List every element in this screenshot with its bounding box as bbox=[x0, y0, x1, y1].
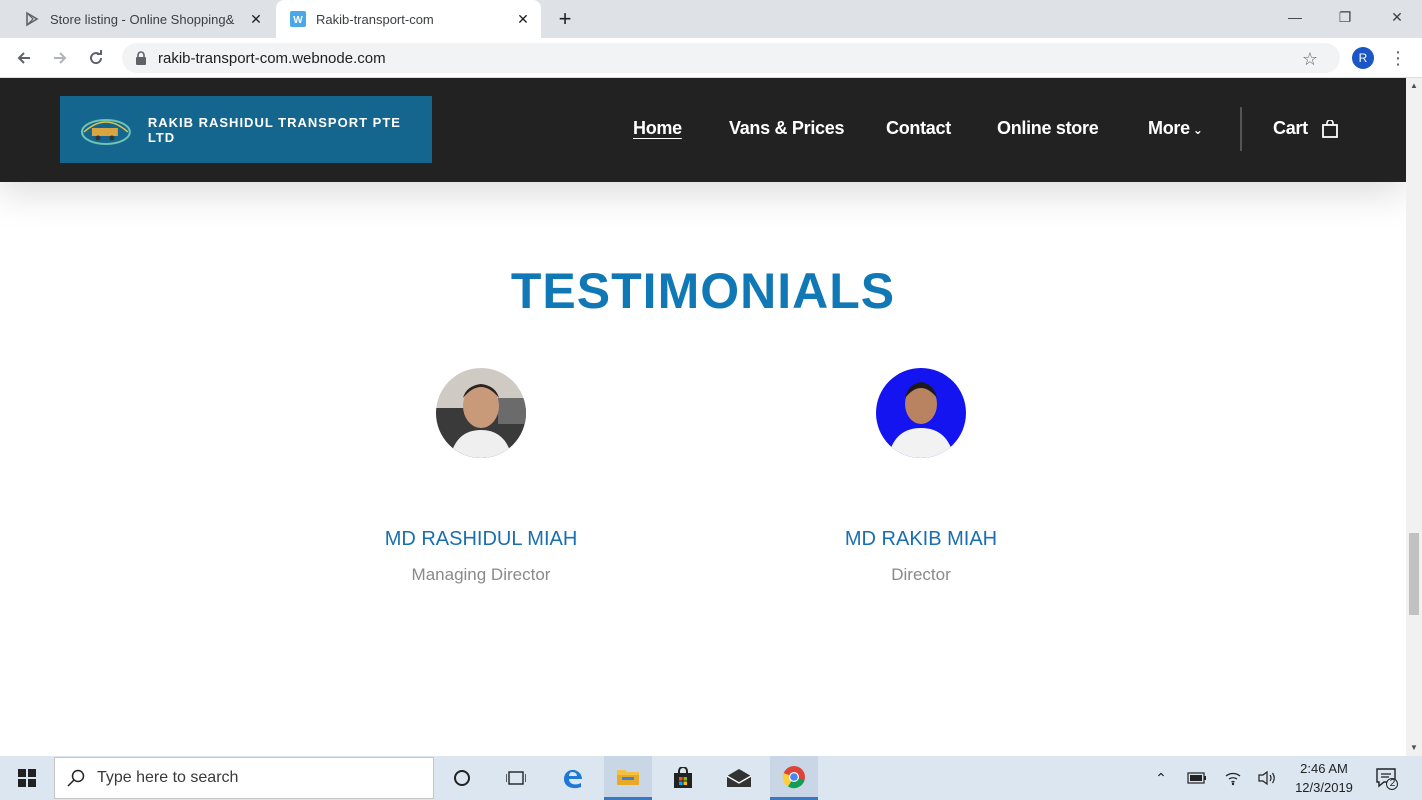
scroll-down-arrow-icon[interactable]: ▼ bbox=[1410, 744, 1418, 752]
action-center-button[interactable]: 2 bbox=[1374, 766, 1398, 790]
taskbar-search-box[interactable]: Type here to search bbox=[54, 757, 434, 799]
logo-text: RAKIB RASHIDUL TRANSPORT PTE LTD bbox=[147, 114, 401, 145]
search-placeholder: Type here to search bbox=[97, 769, 239, 786]
page-viewport: RAKIB RASHIDUL TRANSPORT PTE LTD Home Va… bbox=[0, 78, 1406, 756]
arrow-left-icon bbox=[17, 52, 30, 64]
shopping-bag-icon bbox=[674, 767, 692, 788]
clock-time: 2:46 AM bbox=[1300, 761, 1348, 776]
windows-logo-icon bbox=[18, 769, 36, 787]
clock-date: 12/3/2019 bbox=[1295, 780, 1353, 795]
nav-home[interactable]: Home bbox=[633, 118, 682, 139]
arrow-right-icon bbox=[54, 52, 67, 64]
windows-taskbar: Type here to search ⌃ 2:46 AM 12/3/2019 bbox=[0, 756, 1422, 800]
store-button[interactable] bbox=[659, 756, 707, 800]
chevron-down-icon: ⌄ bbox=[1192, 123, 1203, 137]
lock-icon bbox=[134, 51, 148, 65]
cortana-circle-icon bbox=[454, 770, 470, 786]
person-name: MD RAKIB MIAH bbox=[844, 528, 998, 550]
chrome-button[interactable] bbox=[770, 756, 818, 800]
nav-divider bbox=[1240, 107, 1242, 151]
start-button[interactable] bbox=[0, 756, 54, 800]
close-tab-icon[interactable]: ✕ bbox=[248, 11, 264, 27]
notification-count: 2 bbox=[1389, 778, 1396, 789]
folder-icon bbox=[617, 769, 639, 785]
mail-button[interactable] bbox=[715, 756, 763, 800]
url-text: rakib-transport-com.webnode.com bbox=[158, 49, 386, 67]
browser-menu-icon[interactable]: ⋮ bbox=[1389, 46, 1407, 70]
site-header: RAKIB RASHIDUL TRANSPORT PTE LTD Home Va… bbox=[0, 78, 1406, 182]
back-button[interactable] bbox=[12, 46, 36, 70]
avatar bbox=[436, 368, 526, 458]
shopping-bag-icon[interactable] bbox=[1322, 120, 1338, 138]
bookmark-star-icon[interactable]: ☆ bbox=[1302, 49, 1318, 70]
tab-title: Store listing - Online Shopping& bbox=[50, 11, 235, 27]
new-tab-button[interactable]: + bbox=[553, 6, 577, 31]
search-icon bbox=[67, 769, 85, 787]
show-hidden-icons-chevron-icon[interactable]: ⌃ bbox=[1150, 768, 1172, 788]
minimize-button[interactable]: — bbox=[1272, 4, 1318, 30]
mail-icon bbox=[726, 769, 752, 787]
nav-contact[interactable]: Contact bbox=[886, 118, 951, 139]
profile-avatar[interactable]: R bbox=[1352, 47, 1374, 69]
tab-title: Rakib-transport-com bbox=[316, 11, 434, 27]
file-explorer-button[interactable] bbox=[604, 756, 652, 800]
reload-icon bbox=[90, 50, 103, 65]
scrollbar-thumb[interactable] bbox=[1409, 533, 1419, 615]
nav-cart[interactable]: Cart bbox=[1273, 118, 1308, 139]
scroll-up-arrow-icon[interactable]: ▲ bbox=[1410, 82, 1418, 90]
chrome-icon bbox=[782, 765, 805, 788]
wifi-icon[interactable] bbox=[1222, 768, 1244, 788]
site-logo[interactable]: RAKIB RASHIDUL TRANSPORT PTE LTD bbox=[60, 96, 432, 163]
nav-vans-prices[interactable]: Vans & Prices bbox=[729, 118, 844, 139]
edge-icon bbox=[564, 769, 582, 789]
reload-button[interactable] bbox=[84, 46, 108, 70]
browser-tab-bar: Store listing - Online Shopping& ✕ W Rak… bbox=[0, 0, 1422, 38]
tab-rakib-transport[interactable]: W Rakib-transport-com ✕ bbox=[276, 0, 541, 38]
browser-toolbar: rakib-transport-com.webnode.com ☆ bbox=[0, 38, 1422, 78]
nav-online-store[interactable]: Online store bbox=[997, 118, 1099, 139]
nav-more[interactable]: More ⌄ bbox=[1148, 118, 1203, 139]
edge-button[interactable] bbox=[549, 756, 597, 800]
task-view-button[interactable] bbox=[492, 756, 540, 800]
avatar bbox=[876, 368, 966, 458]
logo-mark-icon bbox=[80, 118, 131, 145]
testimonial-card: MD RAKIB MIAH Director bbox=[801, 368, 1041, 585]
play-store-icon bbox=[26, 11, 39, 27]
taskbar-clock[interactable]: 2:46 AM 12/3/2019 bbox=[1284, 759, 1364, 797]
section-heading: TESTIMONIALS bbox=[510, 263, 896, 319]
tab-store-listing[interactable]: Store listing - Online Shopping& ✕ bbox=[10, 0, 274, 38]
person-name: MD RASHIDUL MIAH bbox=[384, 528, 578, 550]
battery-icon[interactable] bbox=[1186, 768, 1208, 788]
close-tab-icon[interactable]: ✕ bbox=[515, 11, 531, 27]
person-role: Managing Director bbox=[411, 565, 551, 584]
webnode-icon: W bbox=[290, 11, 306, 27]
nav-more-label: More bbox=[1148, 118, 1190, 138]
page-scrollbar[interactable]: ▲ ▼ bbox=[1406, 78, 1422, 756]
close-window-button[interactable]: ✕ bbox=[1374, 4, 1420, 30]
forward-button[interactable] bbox=[48, 46, 72, 70]
person-role: Director bbox=[891, 565, 951, 584]
address-bar[interactable]: rakib-transport-com.webnode.com ☆ bbox=[122, 43, 1340, 73]
cortana-button[interactable] bbox=[438, 756, 486, 800]
testimonial-card: MD RASHIDUL MIAH Managing Director bbox=[361, 368, 601, 585]
volume-icon[interactable] bbox=[1256, 768, 1278, 788]
restore-button[interactable]: ❐ bbox=[1322, 4, 1368, 30]
task-view-icon bbox=[506, 771, 526, 785]
svg-text:W: W bbox=[293, 15, 303, 26]
